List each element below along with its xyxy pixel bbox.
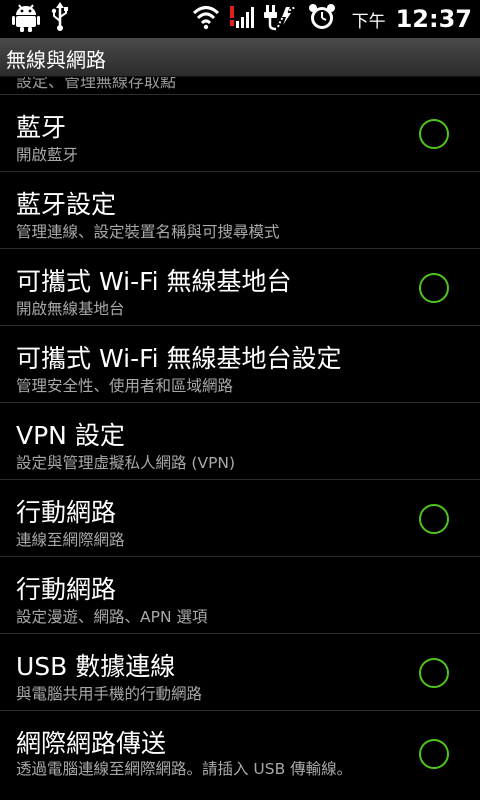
status-ampm: 下午 xyxy=(351,11,386,32)
list-item-subtitle: 管理連線、設定裝置名稱與可搜尋模式 xyxy=(16,223,280,241)
list-item-title: 可攜式 Wi-Fi 無線基地台 xyxy=(16,267,292,296)
bluetooth-checkbox[interactable] xyxy=(419,119,449,149)
internet-pass-through-checkbox[interactable] xyxy=(419,739,449,769)
list-item-bluetooth-settings[interactable]: 藍牙設定 管理連線、設定裝置名稱與可搜尋模式 xyxy=(0,172,480,249)
list-item-subtitle: 與電腦共用手機的行動網路 xyxy=(16,685,203,703)
android-debug-icon xyxy=(12,2,40,36)
list-item-internet-pass-through[interactable]: 網際網路傳送 透過電腦連線至網際網路。請插入 USB 傳輸線。 xyxy=(0,711,480,800)
list-item-mobile-network-toggle[interactable]: 行動網路 連線至網際網路 xyxy=(0,480,480,557)
title-bar: 無線與網路 xyxy=(0,38,480,77)
list-item-subtitle: 管理安全性、使用者和區域網路 xyxy=(16,377,234,395)
wifi-hotspot-checkbox[interactable] xyxy=(419,273,449,303)
list-item-usb-tethering[interactable]: USB 數據連線 與電腦共用手機的行動網路 xyxy=(0,634,480,711)
usb-icon xyxy=(50,2,70,36)
page-title: 無線與網路 xyxy=(6,48,106,72)
list-item-subtitle: 開啟無線基地台 xyxy=(16,300,125,318)
list-item-subtitle: 設定與管理虛擬私人網路 (VPN) xyxy=(16,454,236,472)
list-item-subtitle: 透過電腦連線至網際網路。請插入 USB 傳輸線。 xyxy=(16,760,353,778)
list-item-subtitle: 開啟藍牙 xyxy=(16,146,79,164)
list-item-vpn-settings[interactable]: VPN 設定 設定與管理虛擬私人網路 (VPN) xyxy=(0,403,480,480)
list-item-title: USB 數據連線 xyxy=(16,652,176,681)
list-item-subtitle: 設定漫遊、網路、APN 選項 xyxy=(16,608,208,626)
list-item-wifi-hotspot-settings[interactable]: 可攜式 Wi-Fi 無線基地台設定 管理安全性、使用者和區域網路 xyxy=(0,326,480,403)
mobile-network-checkbox[interactable] xyxy=(419,504,449,534)
settings-list[interactable]: 設定、管理無線存取點 藍牙 開啟藍牙 藍牙設定 管理連線、設定裝置名稱與可搜尋模… xyxy=(0,77,480,800)
signal-icon xyxy=(229,4,254,34)
status-time: 12:37 xyxy=(395,5,472,33)
list-item-mobile-network-settings[interactable]: 行動網路 設定漫遊、網路、APN 選項 xyxy=(0,557,480,634)
list-item-title: 行動網路 xyxy=(16,575,117,604)
alarm-clock-icon xyxy=(308,3,336,35)
list-item-subtitle: 設定、管理無線存取點 xyxy=(16,77,177,91)
list-item-title: 可攜式 Wi-Fi 無線基地台設定 xyxy=(16,344,342,373)
list-item-partial[interactable]: 設定、管理無線存取點 xyxy=(0,77,480,95)
status-bar: 下午 12:37 xyxy=(0,0,480,38)
list-item-title: VPN 設定 xyxy=(16,421,125,450)
list-item-title: 藍牙 xyxy=(16,113,67,142)
wifi-icon xyxy=(192,4,220,34)
list-item-wifi-hotspot[interactable]: 可攜式 Wi-Fi 無線基地台 開啟無線基地台 xyxy=(0,249,480,326)
usb-tethering-checkbox[interactable] xyxy=(419,658,449,688)
list-item-bluetooth[interactable]: 藍牙 開啟藍牙 xyxy=(0,95,480,172)
list-item-title: 藍牙設定 xyxy=(16,190,117,219)
charging-icon xyxy=(263,3,298,35)
list-item-title: 網際網路傳送 xyxy=(16,729,167,758)
list-item-title: 行動網路 xyxy=(16,498,117,527)
list-item-subtitle: 連線至網際網路 xyxy=(16,531,125,549)
